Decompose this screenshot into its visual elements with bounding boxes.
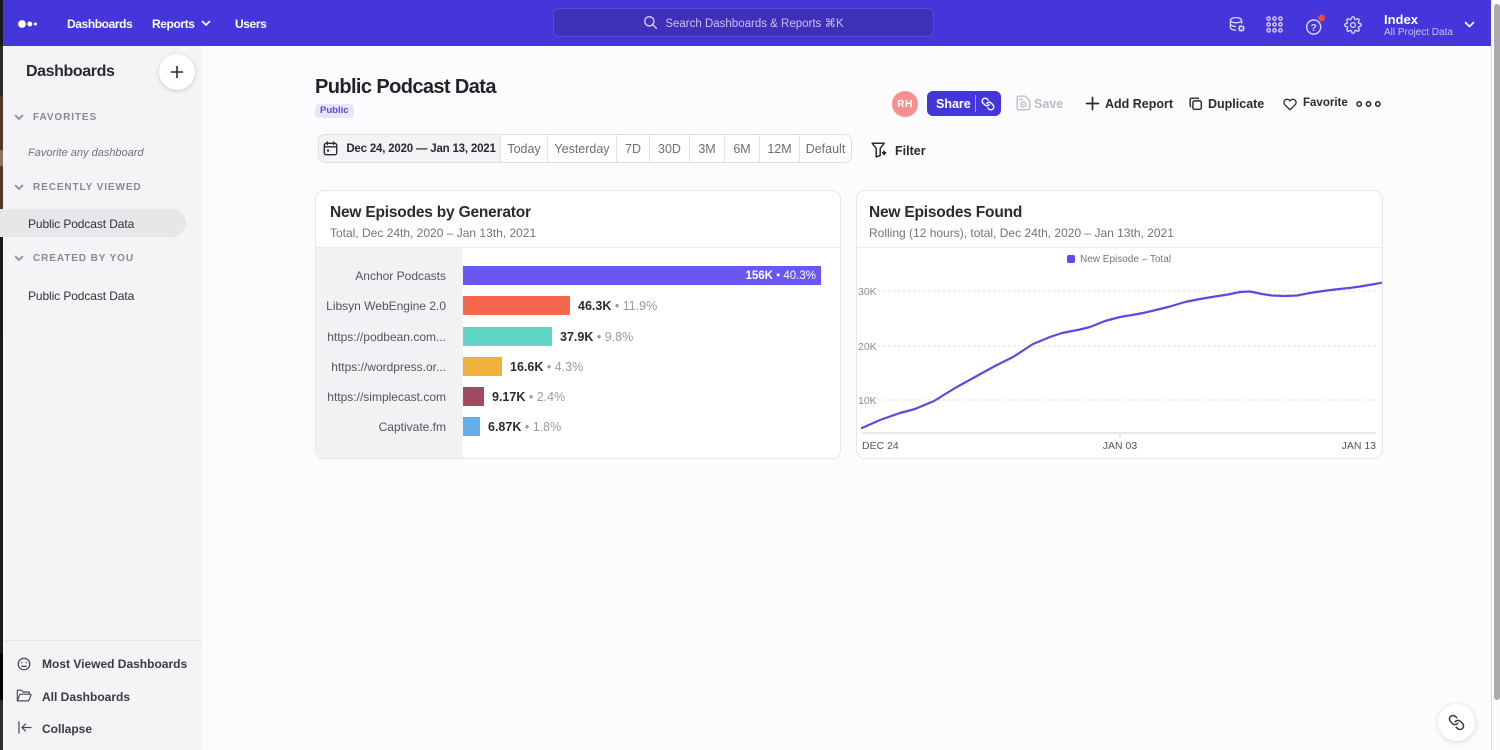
svg-text:20K: 20K [858,341,877,353]
svg-text:JAN 13: JAN 13 [1342,440,1377,452]
svg-text:30K: 30K [858,286,877,298]
svg-text:DEC 24: DEC 24 [862,440,899,452]
svg-text:?: ? [1310,22,1316,34]
svg-text:10K: 10K [858,395,877,407]
svg-text:JAN 03: JAN 03 [1103,440,1138,452]
